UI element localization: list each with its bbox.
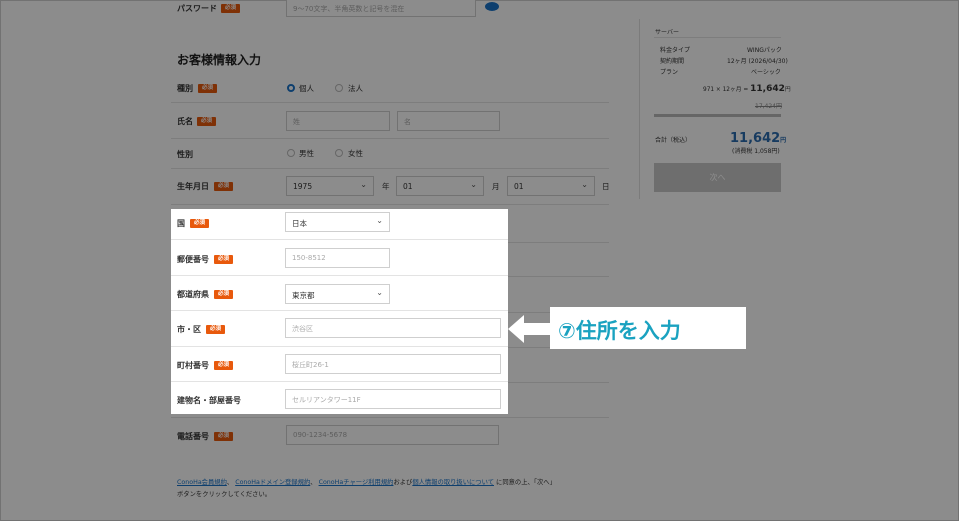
required-badge: 必須 <box>206 325 226 334</box>
divider <box>171 346 508 347</box>
required-badge: 必須 <box>190 219 210 228</box>
country-value: 日本 <box>292 219 307 228</box>
arrow-left-icon <box>508 315 550 343</box>
zip-input[interactable]: 150-8512 <box>285 248 390 268</box>
divider <box>171 239 508 240</box>
town-label: 町村番号 <box>177 361 209 370</box>
building-label: 建物名・部屋番号 <box>177 396 241 405</box>
required-badge: 必須 <box>214 290 234 299</box>
country-select[interactable]: 日本 ⌄ <box>285 212 390 232</box>
chevron-down-icon: ⌄ <box>376 216 383 225</box>
required-badge: 必須 <box>214 255 234 264</box>
divider <box>171 381 508 382</box>
country-label: 国 <box>177 219 185 228</box>
prefecture-label: 都道府県 <box>177 290 209 299</box>
step-callout: ⑦住所を入力 <box>550 307 746 349</box>
address-highlight: 国 必須 日本 ⌄ 郵便番号 必須 150-8512 都道府県 必須 東京都 ⌄ 市… <box>171 209 508 414</box>
town-input[interactable]: 桜丘町26-1 <box>285 354 501 374</box>
prefecture-value: 東京都 <box>292 291 315 300</box>
zip-label: 郵便番号 <box>177 255 209 264</box>
divider <box>171 310 508 311</box>
required-badge: 必須 <box>214 361 234 370</box>
building-input[interactable]: セルリアンタワー11F <box>285 389 501 409</box>
chevron-down-icon: ⌄ <box>376 288 383 297</box>
city-label: 市・区 <box>177 325 201 334</box>
city-input[interactable]: 渋谷区 <box>285 318 501 338</box>
divider <box>171 275 508 276</box>
prefecture-select[interactable]: 東京都 ⌄ <box>285 284 390 304</box>
